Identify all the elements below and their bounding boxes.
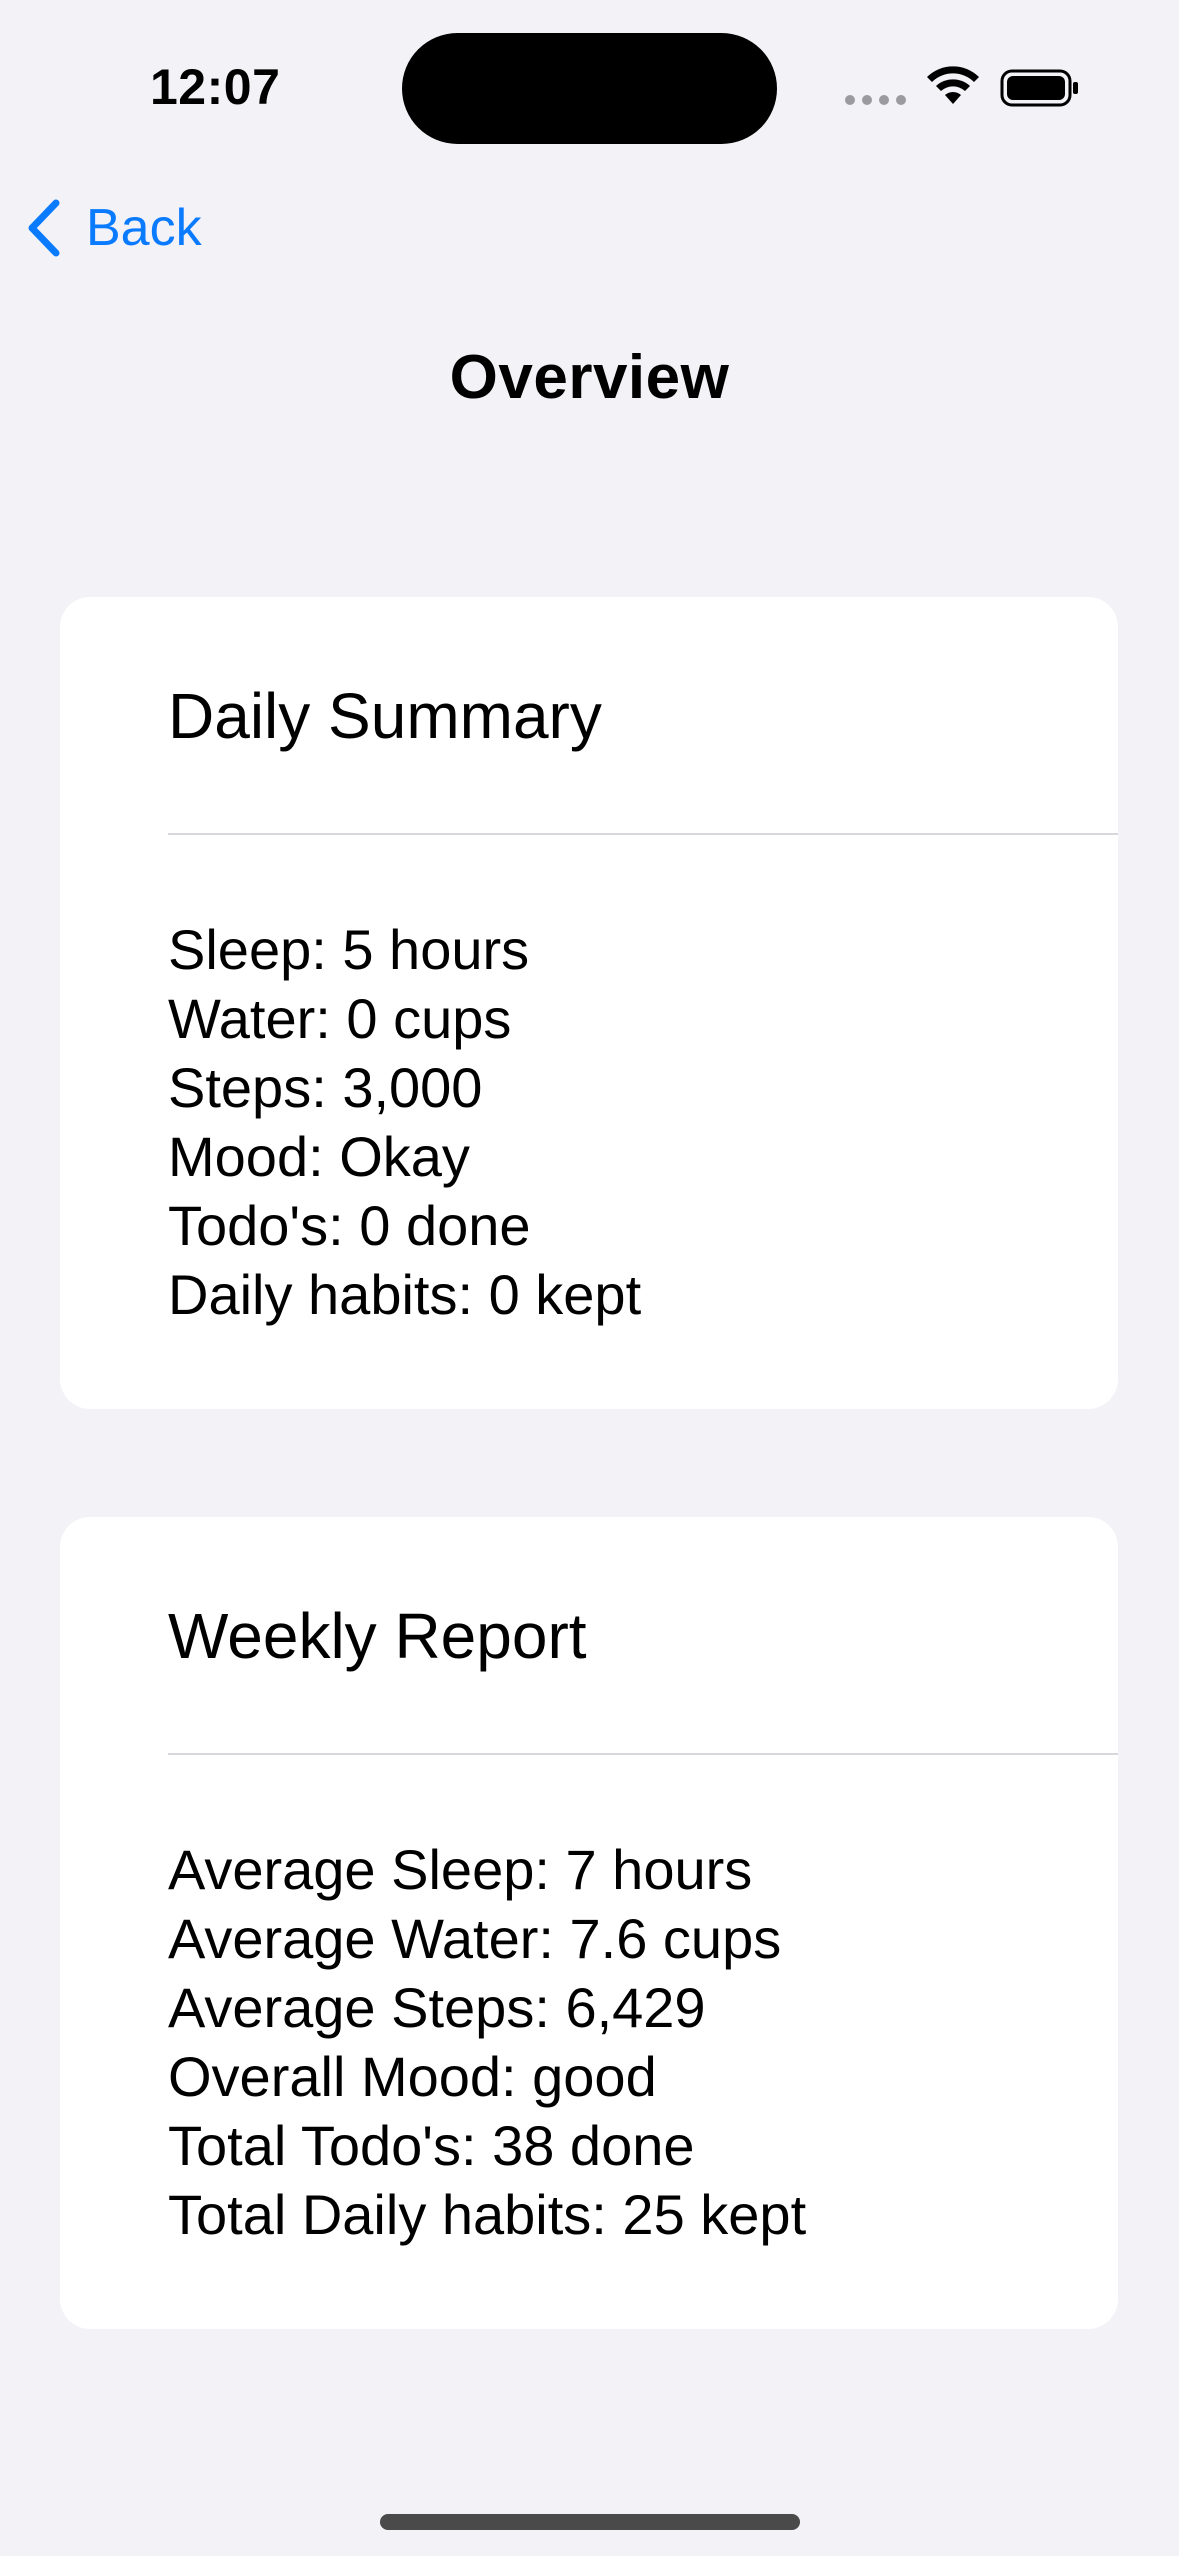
chevron-left-icon — [28, 199, 60, 257]
back-label: Back — [86, 199, 202, 257]
weekly-report-card: Weekly Report Average Sleep: 7 hours Ave… — [60, 1517, 1118, 2329]
weekly-total-todos: Total Todo's: 38 done — [168, 2114, 695, 2177]
daily-sleep: Sleep: 5 hours — [168, 918, 530, 981]
weekly-average-sleep: Average Sleep: 7 hours — [168, 1838, 753, 1901]
dynamic-island — [402, 33, 777, 144]
daily-steps: Steps: 3,000 — [168, 1056, 483, 1119]
page-title: Overview — [449, 343, 730, 412]
daily-water: Water: 0 cups — [168, 987, 512, 1050]
weekly-total-habits: Total Daily habits: 25 kept — [168, 2183, 807, 2246]
status-bar: 12:07 — [0, 0, 1179, 170]
divider — [168, 1753, 1118, 1755]
daily-todos: Todo's: 0 done — [168, 1194, 531, 1257]
daily-mood: Mood: Okay — [168, 1125, 470, 1188]
daily-habits: Daily habits: 0 kept — [168, 1263, 642, 1326]
divider — [168, 833, 1118, 835]
wifi-icon — [927, 66, 979, 104]
weekly-average-steps: Average Steps: 6,429 — [168, 1976, 706, 2039]
daily-summary-heading: Daily Summary — [168, 680, 602, 752]
weekly-average-water: Average Water: 7.6 cups — [168, 1907, 782, 1970]
status-time: 12:07 — [150, 59, 281, 115]
daily-summary-list: Sleep: 5 hours Water: 0 cups Steps: 3,00… — [168, 915, 641, 1329]
weekly-report-heading: Weekly Report — [168, 1600, 587, 1672]
battery-icon — [1000, 69, 1078, 107]
back-button[interactable]: Back — [26, 190, 202, 266]
home-indicator[interactable] — [380, 2514, 800, 2530]
weekly-overall-mood: Overall Mood: good — [168, 2045, 657, 2108]
weekly-report-list: Average Sleep: 7 hours Average Water: 7.… — [168, 1835, 806, 2249]
cellular-signal-icon — [845, 95, 906, 105]
daily-summary-card: Daily Summary Sleep: 5 hours Water: 0 cu… — [60, 597, 1118, 1409]
